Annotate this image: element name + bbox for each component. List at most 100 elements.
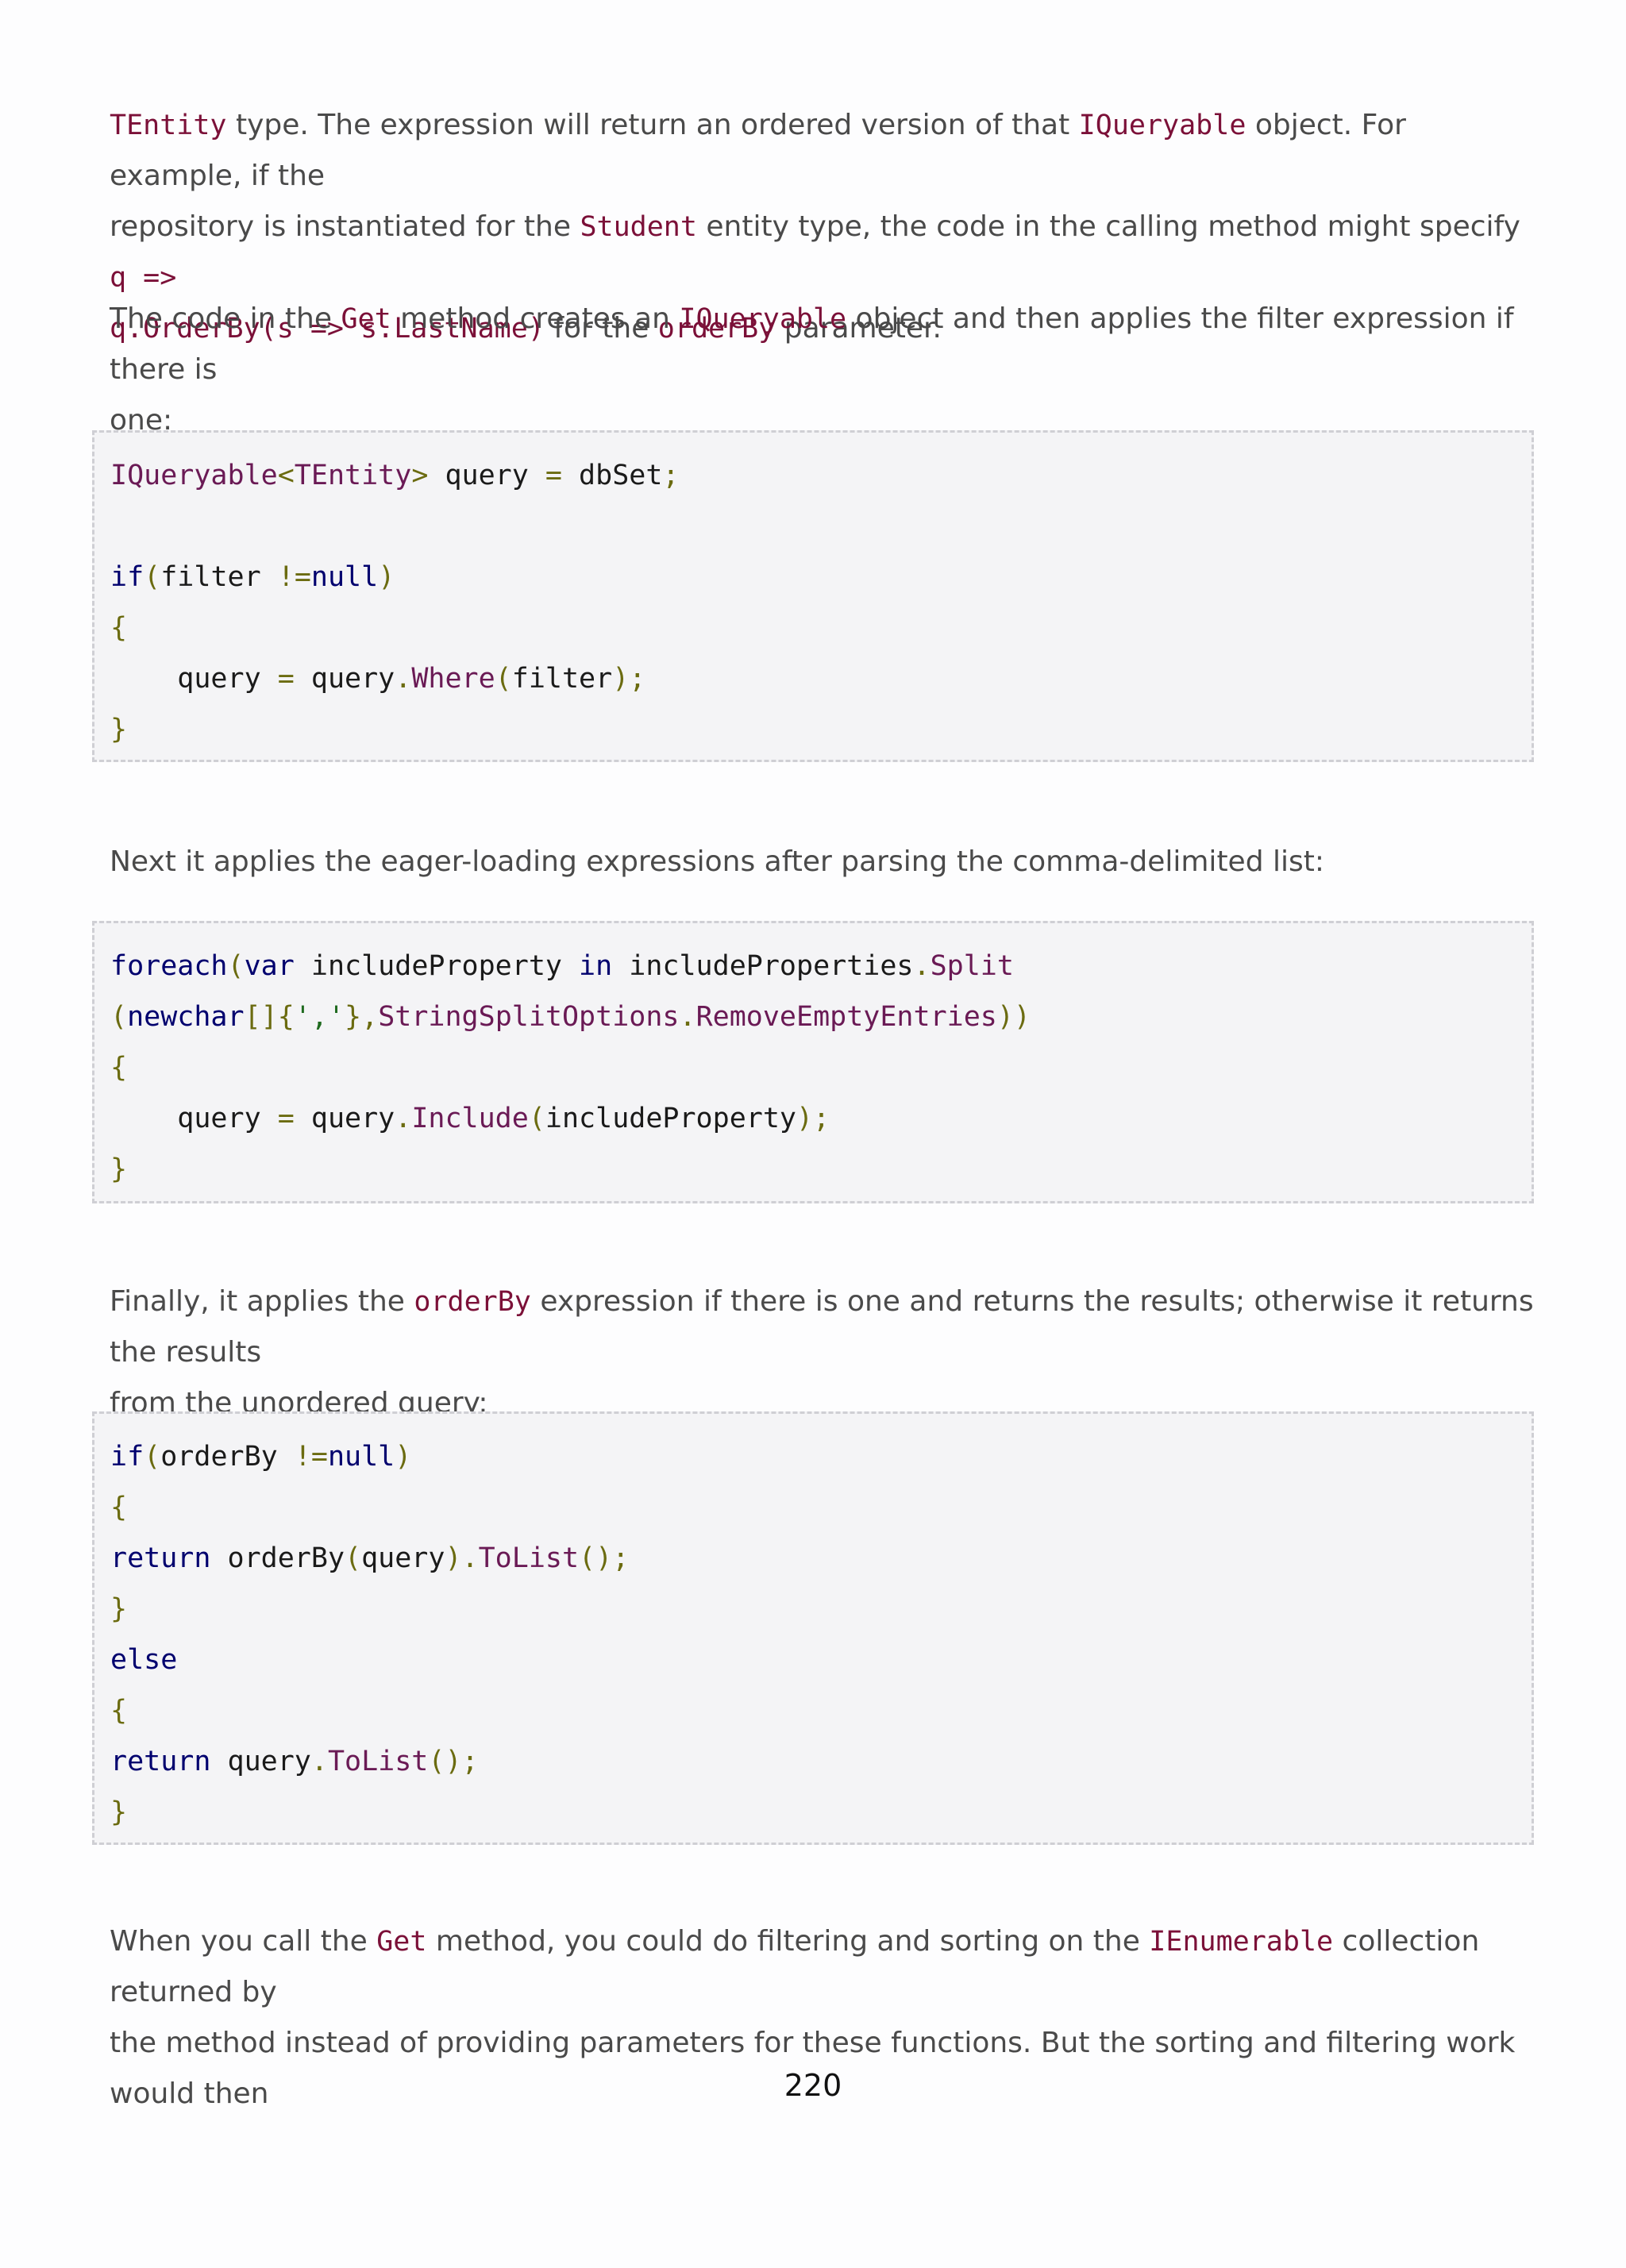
code-token: . bbox=[913, 950, 931, 982]
code-token: query bbox=[294, 1103, 395, 1134]
code-block-orderby: if(orderBy !=null) { return orderBy(quer… bbox=[92, 1411, 1534, 1845]
intro-line-1: TEntity type. The expression will return… bbox=[110, 100, 1539, 202]
text: repository is instantiated for the bbox=[110, 210, 580, 243]
code-token: foreach bbox=[110, 950, 228, 982]
code-token: ). bbox=[445, 1542, 479, 1574]
para4-line-1: Finally, it applies the orderBy expressi… bbox=[110, 1276, 1539, 1378]
code-token: Where bbox=[411, 663, 495, 695]
code-token: . bbox=[395, 663, 412, 695]
inline-code: Get bbox=[376, 1926, 427, 1958]
code-token: ) bbox=[378, 561, 395, 593]
inline-code: orderBy bbox=[414, 1286, 531, 1318]
code-token: Include bbox=[411, 1103, 529, 1134]
intro-line-2: repository is instantiated for the Stude… bbox=[110, 202, 1539, 303]
para2-line-1: The code in the Get method creates an IQ… bbox=[110, 294, 1539, 395]
text: method, you could do filtering and sorti… bbox=[426, 1925, 1150, 1958]
code-token: query bbox=[110, 663, 278, 695]
code-token: query bbox=[294, 663, 395, 695]
code-line: IQueryable<TEntity> query = dbSet; bbox=[110, 450, 1516, 501]
code-token: (); bbox=[579, 1542, 630, 1574]
paragraph-eager-loading: Next it applies the eager-loading expres… bbox=[110, 837, 1539, 888]
code-token: > bbox=[411, 460, 429, 491]
code-line: { bbox=[110, 612, 128, 644]
code-token: = bbox=[545, 460, 562, 491]
code-token: = bbox=[277, 1103, 295, 1134]
code-token: dbSet bbox=[561, 460, 663, 491]
code-token: ( bbox=[144, 561, 161, 593]
code-token: ); bbox=[796, 1103, 830, 1134]
code-token: . bbox=[310, 1746, 328, 1777]
code-token: ); bbox=[612, 663, 646, 695]
code-token: if bbox=[110, 561, 144, 593]
code-line: return query.ToList(); bbox=[110, 1736, 1516, 1787]
inline-code: IQueryable bbox=[679, 303, 847, 335]
inline-code: q => bbox=[110, 262, 177, 294]
para3-line: Next it applies the eager-loading expres… bbox=[110, 845, 1324, 878]
text: Finally, it applies the bbox=[110, 1285, 414, 1318]
inline-code: IQueryable bbox=[1078, 110, 1246, 141]
code-token: < bbox=[277, 460, 295, 491]
code-token: != bbox=[277, 561, 311, 593]
code-token: != bbox=[294, 1441, 328, 1473]
code-line: } bbox=[110, 1796, 128, 1828]
code-token: ( bbox=[495, 663, 512, 695]
code-token: TEntity bbox=[294, 460, 412, 491]
code-line: { bbox=[110, 1052, 128, 1084]
code-token: query bbox=[110, 1103, 278, 1134]
paragraph-get-method: The code in the Get method creates an IQ… bbox=[110, 294, 1539, 446]
code-token: }, bbox=[345, 1001, 379, 1033]
code-line: } bbox=[110, 714, 128, 745]
text: method creates an bbox=[391, 302, 680, 335]
para5-line-1: When you call the Get method, you could … bbox=[110, 1916, 1539, 2018]
code-token: includeProperties bbox=[612, 950, 914, 982]
code-line: if(filter !=null) bbox=[110, 552, 1516, 603]
code-token: Split bbox=[930, 950, 1014, 982]
code-token: IQueryable bbox=[110, 460, 278, 491]
code-token: (); bbox=[428, 1746, 479, 1777]
inline-code: Student bbox=[580, 211, 697, 243]
code-line: if(orderBy !=null) bbox=[110, 1431, 1516, 1482]
code-token: ToList bbox=[327, 1746, 429, 1777]
code-token: []{ bbox=[244, 1001, 295, 1033]
code-token: . bbox=[679, 1001, 696, 1033]
code-token: in bbox=[579, 950, 613, 982]
code-line: } bbox=[110, 1593, 128, 1625]
code-token: ( bbox=[110, 1001, 128, 1033]
code-token: orderBy bbox=[160, 1441, 295, 1473]
code-token: ( bbox=[144, 1441, 161, 1473]
code-token: newchar bbox=[127, 1001, 245, 1033]
code-token: return bbox=[110, 1542, 211, 1574]
code-token: includeProperty bbox=[294, 950, 580, 982]
code-token: ; bbox=[662, 460, 680, 491]
text: entity type, the code in the calling met… bbox=[696, 210, 1520, 243]
code-line: (newchar[]{','},StringSplitOptions.Remov… bbox=[110, 992, 1516, 1042]
code-token: RemoveEmptyEntries bbox=[695, 1001, 997, 1033]
code-token: query bbox=[361, 1542, 445, 1574]
page-number: 220 bbox=[784, 2068, 842, 2103]
code-line: { bbox=[110, 1695, 128, 1727]
code-token: query bbox=[428, 460, 545, 491]
code-line: foreach(var includeProperty in includePr… bbox=[110, 941, 1516, 992]
code-token: ( bbox=[528, 1103, 545, 1134]
code-token: ) bbox=[395, 1441, 412, 1473]
inline-code: Get bbox=[341, 303, 391, 335]
inline-code: IEnumerable bbox=[1149, 1926, 1334, 1958]
code-line: } bbox=[110, 1153, 128, 1185]
code-token: ( bbox=[345, 1542, 362, 1574]
paragraph-orderby: Finally, it applies the orderBy expressi… bbox=[110, 1276, 1539, 1429]
code-token: . bbox=[395, 1103, 412, 1134]
code-block-include: foreach(var includeProperty in includePr… bbox=[92, 921, 1534, 1203]
code-token: orderBy bbox=[210, 1542, 345, 1574]
code-line: return orderBy(query).ToList(); bbox=[110, 1533, 1516, 1584]
code-token: if bbox=[110, 1441, 144, 1473]
code-token: null bbox=[310, 561, 379, 593]
code-token: includeProperty bbox=[545, 1103, 796, 1134]
code-line: query = query.Include(includeProperty); bbox=[110, 1093, 1516, 1144]
code-line: { bbox=[110, 1492, 128, 1523]
code-token: filter bbox=[511, 663, 613, 695]
code-token: filter bbox=[160, 561, 278, 593]
code-line: query = query.Where(filter); bbox=[110, 653, 1516, 704]
code-token: )) bbox=[996, 1001, 1031, 1033]
code-block-filter: IQueryable<TEntity> query = dbSet; if(fi… bbox=[92, 430, 1534, 762]
